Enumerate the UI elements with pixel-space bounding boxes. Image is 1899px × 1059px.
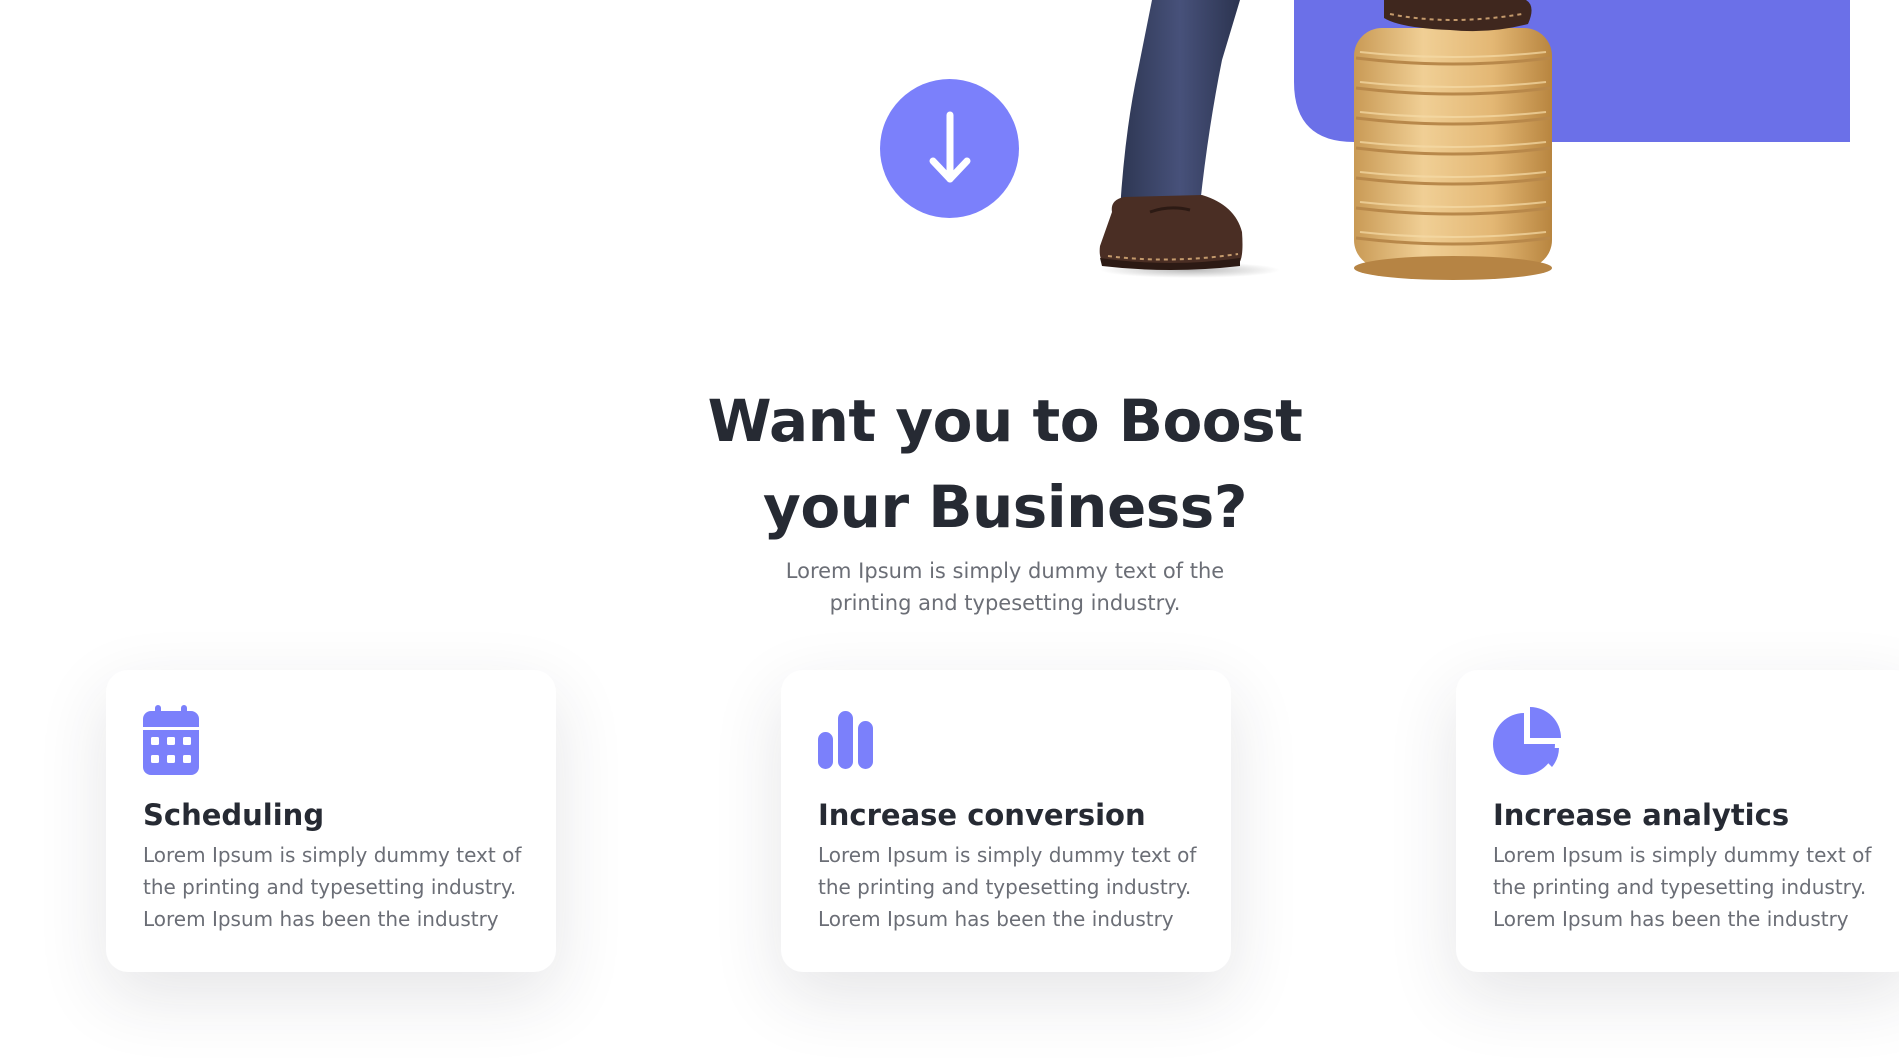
feature-title: Scheduling — [143, 798, 325, 832]
hero-illustration — [1090, 0, 1870, 300]
feature-card-scheduling: Scheduling Lorem Ipsum is simply dummy t… — [106, 670, 556, 972]
feature-title: Increase conversion — [818, 798, 1146, 832]
calendar-icon — [143, 705, 213, 775]
section-title: Want you to Boost your Business? — [650, 378, 1360, 550]
feature-card-analytics: Increase analytics Lorem Ipsum is simply… — [1456, 670, 1899, 972]
section-title-line-2: your Business? — [763, 473, 1247, 541]
feature-description: Lorem Ipsum is simply dummy text of the … — [1493, 843, 1872, 931]
feature-description: Lorem Ipsum is simply dummy text of the … — [818, 843, 1197, 931]
section-title-line-1: Want you to Boost — [707, 387, 1303, 455]
businessman-leg — [1120, 0, 1240, 210]
feature-description: Lorem Ipsum is simply dummy text of the … — [143, 843, 522, 931]
pie-chart-icon — [1493, 705, 1563, 775]
coin-stack — [1354, 28, 1552, 280]
feature-title: Increase analytics — [1493, 798, 1790, 832]
bar-chart-icon — [818, 705, 888, 775]
section-subtitle: Lorem Ipsum is simply dummy text of the … — [785, 559, 1225, 615]
arrow-down-icon — [929, 111, 970, 182]
scroll-down-button[interactable] — [880, 79, 1019, 218]
feature-card-conversion: Increase conversion Lorem Ipsum is simpl… — [781, 670, 1231, 972]
